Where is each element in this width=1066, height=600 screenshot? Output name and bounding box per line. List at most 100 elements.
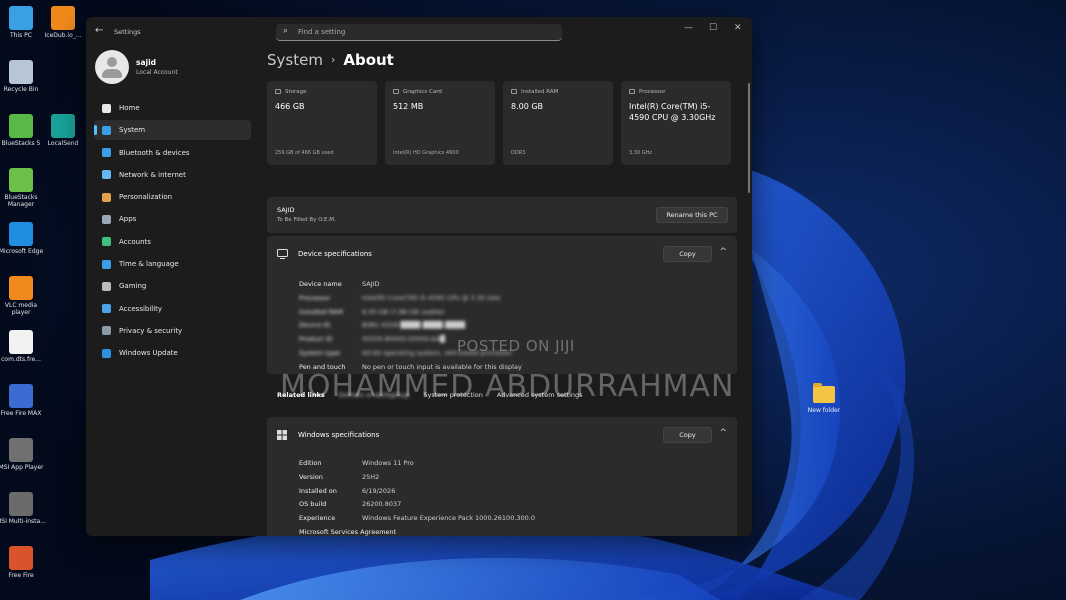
spec-value: 25H2: [362, 472, 380, 481]
chevron-up-icon[interactable]: ^: [719, 247, 727, 257]
desktop-icon[interactable]: Microsoft Edge: [0, 222, 46, 255]
card-label: Graphics Card: [403, 89, 442, 95]
desktop-icon[interactable]: Free Fire: [0, 546, 46, 579]
desktop-icon-label: Free Fire: [8, 572, 34, 579]
section-title: Device specifications: [298, 250, 372, 258]
sidebar-item-personalization[interactable]: Personalization: [94, 187, 251, 207]
accessibility-icon: [102, 304, 111, 314]
sidebar-item-accessibility[interactable]: Accessibility: [94, 299, 251, 319]
spec-key: Installed RAM: [299, 307, 344, 316]
spec-key: Microsoft Services Agreement: [299, 528, 397, 536]
desktop-icon-label: VLC media player: [4, 302, 38, 316]
spec-key: Product ID: [299, 335, 333, 344]
ram-chip-icon: [511, 89, 517, 94]
desktop-icon[interactable]: MSI Multi-insta...: [0, 492, 46, 525]
sidebar-item-gaming[interactable]: Gaming: [94, 276, 251, 296]
brush-icon: [102, 192, 111, 202]
desktop-icon-label: Free Fire MAX: [0, 410, 42, 417]
desktop-icon[interactable]: com.dts.fre...: [0, 330, 46, 363]
desktop-icon[interactable]: Recycle Bin: [0, 60, 46, 93]
spec-row: Device ID B0B1-9328-████-████-████: [299, 321, 465, 329]
card-value: 466 GB: [275, 102, 305, 111]
sidebar-item-label: Accounts: [119, 237, 151, 246]
processor-card[interactable]: Processor Intel(R) Core(TM) i5-4590 CPU …: [621, 81, 731, 165]
desktop-icon[interactable]: Free Fire MAX: [0, 384, 46, 417]
rename-pc-button[interactable]: Rename this PC: [656, 207, 728, 223]
sidebar-item-label: Home: [119, 104, 140, 112]
copy-windows-specs-button[interactable]: Copy: [663, 427, 712, 443]
update-icon: [102, 348, 111, 358]
spec-value: Windows Feature Experience Pack 1000.261…: [362, 514, 535, 523]
shield-icon: [102, 326, 111, 336]
bluestacks-manager-icon: [9, 168, 33, 192]
page-title: About: [343, 51, 394, 69]
card-value: 512 MB: [393, 102, 424, 111]
processor-chip-icon: [629, 89, 635, 94]
sidebar-item-system[interactable]: System: [94, 120, 251, 141]
spec-value: 8.00 GB (7.88 GB usable): [362, 307, 445, 316]
sidebar-item-label: Accessibility: [119, 304, 163, 313]
windows-specifications-header[interactable]: Windows specifications Copy ^: [267, 417, 737, 453]
desktop-icon-label: LocalSend: [47, 140, 79, 147]
sidebar-item-label: Time & language: [119, 260, 179, 269]
sidebar-item-apps[interactable]: Apps: [94, 209, 251, 229]
minimize-icon[interactable]: —: [684, 23, 693, 33]
sidebar-item-windows-update[interactable]: Windows Update: [94, 343, 251, 363]
desktop-icon[interactable]: IceDub.io_...: [38, 6, 88, 39]
sidebar-item-bluetooth-devices[interactable]: Bluetooth & devices: [94, 143, 251, 163]
recycle-bin-icon: [9, 60, 33, 84]
desktop-icon-new-folder[interactable]: New folder: [805, 383, 843, 414]
sidebar-item-accounts[interactable]: Accounts: [94, 232, 251, 252]
pc-manufacturer: To Be Filled By O.E.M.: [277, 217, 336, 223]
free-fire-max-icon: [9, 384, 33, 408]
scrollbar[interactable]: [748, 83, 750, 193]
pc-name: SAJID: [277, 206, 295, 214]
graphics-card-icon: [393, 89, 399, 94]
sidebar-item-home[interactable]: Home: [94, 98, 251, 118]
desktop-icon-label: Recycle Bin: [3, 86, 39, 93]
info-monitor-icon: [277, 249, 288, 259]
installed-ram-card[interactable]: Installed RAM 8.00 GB DDR3: [503, 81, 613, 165]
breadcrumb-separator-icon: ›: [330, 53, 336, 66]
desktop-icon[interactable]: MSI App Player: [0, 438, 46, 471]
card-sub: Intel(R) HD Graphics 4600: [393, 150, 459, 156]
spec-row: Processor Intel(R) Core(TM) i5-4590 CPU @…: [299, 294, 500, 302]
monitor-icon: [9, 6, 33, 30]
gamepad-icon: [102, 281, 111, 291]
sidebar-item-privacy-security[interactable]: Privacy & security: [94, 321, 251, 341]
desktop-icon[interactable]: VLC media player: [0, 276, 46, 316]
search-icon: ⌕: [283, 26, 289, 36]
windows-logo-icon: [277, 430, 287, 440]
spec-value: Intel(R) Core(TM) i5-4590 CPU @ 3.30 GHz: [362, 293, 501, 302]
desktop-icon[interactable]: LocalSend: [38, 114, 88, 147]
sidebar-item-label: Personalization: [119, 193, 173, 202]
search-input[interactable]: [298, 24, 553, 40]
wifi-icon: [102, 170, 111, 180]
spec-key: Processor: [299, 293, 331, 302]
sidebar-item-network-internet[interactable]: Network & internet: [94, 165, 251, 185]
storage-card[interactable]: Storage 466 GB 259 GB of 466 GB used: [267, 81, 377, 165]
section-title: Windows specifications: [298, 431, 380, 439]
desktop-icon-label: com.dts.fre...: [1, 356, 41, 363]
card-sub: DDR3: [511, 150, 526, 156]
maximize-icon[interactable]: ☐: [709, 23, 717, 33]
graphics-card-card[interactable]: Graphics Card 512 MB Intel(R) HD Graphic…: [385, 81, 495, 165]
globe-clock-icon: [102, 259, 111, 269]
storage-drive-icon: [275, 89, 281, 94]
settings-window: ← Settings ⌕ — ☐ ✕ sajid Local Account H…: [86, 17, 752, 536]
chevron-up-icon[interactable]: ^: [719, 428, 727, 438]
spec-value: 26200.8037: [362, 500, 402, 509]
card-value: Intel(R) Core(TM) i5-4590 CPU @ 3.30GHz: [629, 102, 716, 122]
device-specifications-header[interactable]: Device specifications Copy ^: [267, 236, 737, 272]
sidebar-item-time-language[interactable]: Time & language: [94, 254, 251, 274]
copy-device-specs-button[interactable]: Copy: [663, 246, 712, 262]
close-icon[interactable]: ✕: [734, 23, 742, 33]
card-label: Processor: [639, 89, 666, 95]
back-arrow-icon[interactable]: ←: [95, 25, 103, 36]
spec-key: Device name: [299, 280, 342, 288]
system-display-icon: [102, 125, 111, 135]
search-box[interactable]: ⌕: [276, 24, 562, 41]
breadcrumb-parent[interactable]: System: [267, 51, 323, 69]
spec-value: SAJID: [362, 280, 380, 288]
desktop-icon[interactable]: BlueStacks Manager: [0, 168, 46, 208]
